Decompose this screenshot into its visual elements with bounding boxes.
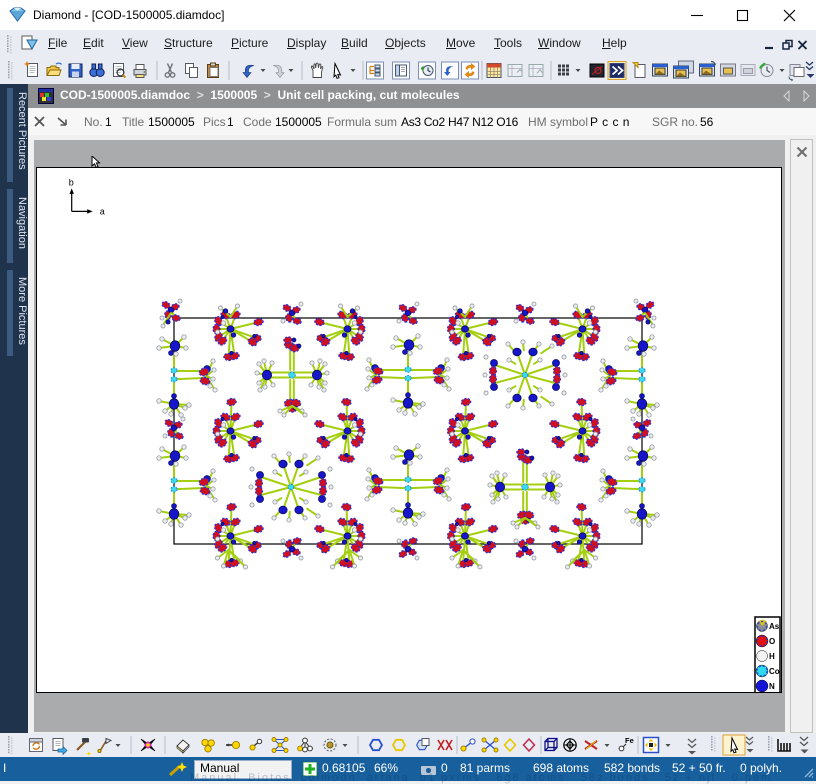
svg-text:b: b <box>69 177 74 187</box>
svg-text:Co: Co <box>769 667 780 676</box>
svg-text:As: As <box>769 622 780 631</box>
svg-text:Fe: Fe <box>625 736 634 745</box>
svg-text:N: N <box>769 682 775 691</box>
svg-text:a: a <box>100 206 105 216</box>
svg-text:O: O <box>769 637 775 646</box>
svg-text:H: H <box>769 652 775 661</box>
